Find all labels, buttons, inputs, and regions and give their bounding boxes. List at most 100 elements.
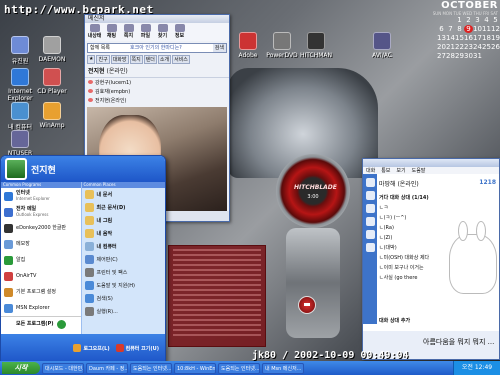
chat-line[interactable]: ㄴ(Zi): [379, 234, 392, 241]
start-item-internet[interactable]: 인터넷 Internet Explorer: [1, 188, 81, 204]
chat-titlebar[interactable]: [363, 159, 499, 167]
start-place-my-music[interactable]: 내 음악: [82, 227, 165, 240]
taskbar-item[interactable]: Daum 카페 - 정...: [86, 362, 128, 374]
start-item-msn-explorer[interactable]: MSN Explorer: [1, 300, 81, 316]
stop-button[interactable]: [298, 296, 316, 314]
desktop-icon-cd-player[interactable]: CD Player: [32, 68, 72, 95]
start-place-my-documents[interactable]: 내 문서: [82, 188, 165, 201]
start-place-my-pictures[interactable]: 내 그림: [82, 214, 165, 227]
start-place-recent-documents[interactable]: 최근 문서(D): [82, 201, 165, 214]
calendar-day: [437, 16, 446, 24]
chat-status[interactable]: 마땅해 (온라인): [379, 179, 419, 188]
start-place-control-panel[interactable]: 제어판(C): [82, 253, 165, 266]
menu-item[interactable]: 대화: [366, 167, 375, 174]
taskbar: 시작 대시보드 - 대한민... Daum 카페 - 정... 도움되는 인터넷…: [0, 361, 500, 375]
game-icon[interactable]: [365, 230, 375, 239]
messenger-user[interactable]: 전지현 (온라인): [85, 64, 229, 78]
settings-icon[interactable]: [365, 243, 375, 252]
system-tray-clock[interactable]: 오전 12:49: [453, 361, 500, 375]
tab-intro[interactable]: 소개: [157, 55, 172, 64]
chat-line[interactable]: ㄴ이미 보구나 이거는: [379, 264, 424, 271]
toolbar-file-button[interactable]: 파일: [138, 24, 153, 40]
tab-chatroom[interactable]: 대화방: [110, 55, 129, 64]
shutdown-button[interactable]: 컴퓨터 끄기(U): [115, 344, 159, 352]
menu-item[interactable]: 도움말: [412, 167, 426, 174]
chat-line[interactable]: ㄴ(ㅋ) (ㅡ^): [379, 214, 406, 221]
internet-explorer-icon: [11, 68, 29, 86]
desktop-icon-hitchman[interactable]: HITCHMAN: [296, 32, 336, 59]
add-contact-link[interactable]: 대화 상대 추가: [379, 317, 410, 324]
start-item-notepad[interactable]: 메모장: [1, 236, 81, 252]
menu-item[interactable]: 통보: [381, 167, 390, 174]
logoff-button[interactable]: 로그오프(L): [73, 344, 110, 352]
tab-tender[interactable]: 텐더: [143, 55, 157, 64]
calendar-day: 25: [482, 43, 491, 51]
toolbar-status-button[interactable]: 내상태: [87, 24, 102, 40]
start-user-name: 전지현: [31, 165, 56, 176]
tab-service[interactable]: 서비스: [172, 55, 190, 64]
toolbar-find-button[interactable]: 찾기: [155, 24, 170, 40]
messenger-combo[interactable]: 함께 목록 호크아 인기의 한마디는? 검색: [87, 43, 227, 53]
menu-item[interactable]: 보기: [396, 167, 405, 174]
chat-line[interactable]: ㄴ(대박): [379, 244, 397, 251]
start-button[interactable]: 시작: [2, 362, 40, 374]
taskbar-item[interactable]: 내 Msn 메신저...: [262, 362, 304, 374]
start-menu[interactable]: 전지현 Common Programs 인터넷 Internet Explorer…: [0, 155, 166, 363]
desktop-icon-label: PowerDVD: [266, 52, 298, 59]
calendar-day: 12: [491, 25, 500, 33]
file-icon[interactable]: [365, 217, 375, 226]
start-item-email[interactable]: 전자 메일 Outlook Express: [1, 204, 81, 220]
search-button[interactable]: 검색: [212, 44, 226, 52]
contacts-icon[interactable]: [365, 178, 375, 187]
combo-value: 함께 목록: [90, 45, 110, 51]
start-place-my-computer[interactable]: 내 컴퓨터: [82, 240, 165, 253]
messenger-titlebar[interactable]: 메신저: [85, 15, 229, 23]
tab-friends[interactable]: 친구: [96, 55, 110, 64]
chat-window[interactable]: 대화 통보 보기 도움말 마땅해 (온라인) 1218 거다 대화 상대 (1/…: [362, 158, 500, 360]
player-disc[interactable]: HITCHBLADE 3:00: [276, 154, 350, 228]
edonkey-icon: [4, 223, 13, 233]
toolbar-chat-button[interactable]: 채팅: [104, 24, 119, 40]
user-name: 전지현: [88, 68, 105, 75]
tab-note[interactable]: 쪽지: [129, 55, 143, 64]
start-place-run[interactable]: 실행(R)...: [82, 305, 165, 318]
tab-star[interactable]: ★: [87, 55, 96, 64]
player-playlist[interactable]: [168, 245, 266, 347]
buddy-item[interactable]: 전지현(온라인): [85, 96, 229, 105]
start-item-alzip[interactable]: 알집: [1, 252, 81, 268]
taskbar-item[interactable]: 대시보드 - 대한민...: [42, 362, 84, 374]
taskbar-item[interactable]: 10:8kH - WinEn...: [174, 362, 216, 374]
desktop-icon-winamp[interactable]: WinAmp: [32, 102, 72, 129]
start-place-help[interactable]: 도움말 및 지원(H): [82, 279, 165, 292]
start-place-search[interactable]: 검색(S): [82, 292, 165, 305]
buddy-item[interactable]: 강현구(lucem1): [85, 78, 229, 87]
desktop-icon-aviac[interactable]: AVI/AC: [362, 32, 402, 59]
start-item-default-programs[interactable]: 기본 프로그램 설정: [1, 284, 81, 300]
chat-line[interactable]: ㄴ미(OSH) 대화상 제다: [379, 254, 429, 261]
contact-group-header[interactable]: 거다 대화 상대 (1/14): [379, 194, 429, 201]
chat-line[interactable]: ㄴ사실 (go there: [379, 274, 417, 281]
calendar-day: 30: [464, 52, 473, 60]
desktop-icon-ntuser[interactable]: NTUSER: [0, 130, 40, 157]
media-player[interactable]: HITCHBLADE 3:00: [268, 140, 358, 350]
mail-icon[interactable]: [365, 191, 375, 200]
power-icon: [115, 344, 124, 352]
chat-line[interactable]: ㄴ(Ra): [379, 224, 394, 231]
start-item-onairtv[interactable]: OnAirTV: [1, 268, 81, 284]
start-place-printers[interactable]: 프린터 및 팩스: [82, 266, 165, 279]
start-item-edonkey[interactable]: eDonkey2000 한글판: [1, 220, 81, 236]
daemon-icon: [43, 36, 61, 54]
all-programs-button[interactable]: 모든 프로그램(P): [1, 316, 81, 331]
taskbar-item[interactable]: 도움되는 인터넷...: [130, 362, 172, 374]
calendar-day: 4: [484, 16, 489, 24]
toolbar-info-button[interactable]: 정보: [172, 24, 187, 40]
desktop-icon-daemon[interactable]: DAEMON: [32, 36, 72, 63]
folder-icon: [84, 190, 94, 199]
toolbar-note-button[interactable]: 쪽지: [121, 24, 136, 40]
taskbar-item[interactable]: 도움되는 인터넷...: [218, 362, 260, 374]
phone-icon[interactable]: [365, 204, 375, 213]
calendar-day: 14: [446, 34, 455, 42]
chat-line[interactable]: ㄴㅋ: [379, 204, 388, 211]
buddy-item[interactable]: 김효재(empbn): [85, 87, 229, 96]
messenger-toolbar: 내상태 채팅 쪽지 파일 찾기 정보: [85, 23, 229, 41]
